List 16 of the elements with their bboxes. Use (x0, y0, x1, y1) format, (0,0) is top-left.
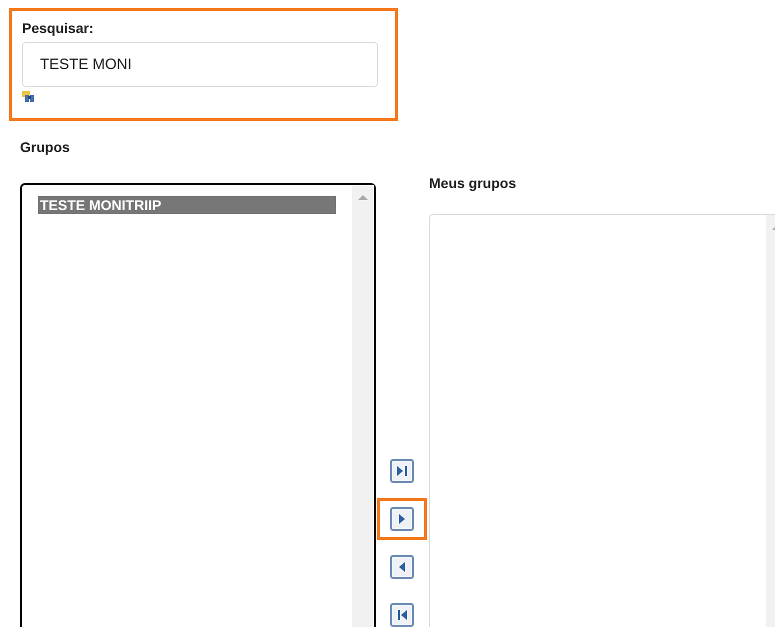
move-left-button[interactable] (390, 555, 414, 579)
binoculars-icon[interactable] (22, 91, 36, 103)
search-field[interactable]: TESTE MONI (22, 42, 378, 87)
move-all-right-button[interactable] (390, 459, 414, 483)
skip-right-icon (397, 466, 407, 476)
play-right-icon (399, 514, 405, 524)
groups-label: Grupos (20, 139, 71, 155)
my-groups-label: Meus grupos (429, 175, 518, 191)
move-right-button[interactable] (390, 507, 414, 531)
play-left-icon (399, 562, 405, 572)
list-item[interactable]: TESTE MONITRIIP (38, 196, 336, 214)
move-all-left-button[interactable] (390, 603, 414, 627)
skip-left-icon (398, 610, 406, 620)
scrollbar[interactable] (352, 185, 374, 627)
groups-list[interactable]: TESTE MONITRIIP (20, 183, 376, 627)
search-label: Pesquisar: (22, 20, 95, 36)
